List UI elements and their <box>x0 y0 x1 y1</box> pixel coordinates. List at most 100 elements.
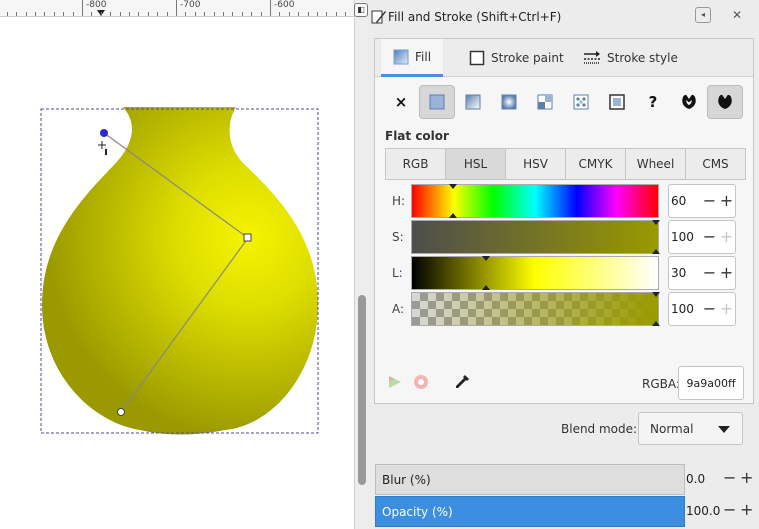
mode-wheel-button[interactable]: Wheel <box>625 148 686 180</box>
ruler-minor-tick <box>298 12 300 16</box>
eyedropper-icon[interactable] <box>453 373 471 391</box>
fill-stroke-frame: Fill Stroke paint Stroke style × ? Flat … <box>374 38 754 404</box>
tab-stroke-paint[interactable]: Stroke paint <box>457 39 576 77</box>
ruler-minor-tick <box>110 12 112 16</box>
hue-slider[interactable] <box>411 184 659 218</box>
hue-increment-button[interactable]: + <box>718 193 735 209</box>
ruler-minor-tick <box>82 12 83 16</box>
ruler-minor-tick <box>129 12 130 16</box>
blend-mode-value: Normal <box>650 421 694 436</box>
hue-decrement-button[interactable]: − <box>701 193 718 209</box>
ruler-minor-tick <box>166 12 168 16</box>
fill-stroke-brush-icon <box>371 10 386 24</box>
lightness-value[interactable]: 30 <box>669 266 701 280</box>
ruler-minor-tick <box>241 12 243 16</box>
ruler-minor-tick <box>307 12 309 16</box>
ruler-minor-tick <box>185 12 187 16</box>
alpha-slider-marker-bottom <box>652 321 660 326</box>
blur-increment-button[interactable]: + <box>740 468 753 487</box>
blur-row: Blur (%) 0.0 − + <box>375 464 759 495</box>
opacity-decrement-button[interactable]: − <box>723 500 736 519</box>
hue-value[interactable]: 60 <box>669 194 701 208</box>
tab-stroke-paint-label: Stroke paint <box>491 51 564 65</box>
fill-swatch-icon <box>393 49 409 64</box>
tab-bar: Fill Stroke paint Stroke style <box>375 39 753 77</box>
lightness-label: L: <box>392 266 403 280</box>
close-icon[interactable]: ✕ <box>729 7 745 23</box>
alpha-decrement-button[interactable]: − <box>701 301 718 317</box>
swatch-button[interactable] <box>599 85 635 119</box>
lightness-slider[interactable] <box>411 256 659 290</box>
ruler-minor-tick <box>44 12 46 16</box>
drawing-canvas[interactable] <box>0 17 354 529</box>
blur-decrement-button[interactable]: − <box>723 468 736 487</box>
vase-shape[interactable] <box>42 107 318 435</box>
ruler-label: -600 <box>274 0 295 10</box>
canvas-area[interactable]: -800 -700 -600 <box>0 0 354 529</box>
ruler-minor-tick <box>63 12 65 16</box>
lightness-increment-button[interactable]: + <box>718 265 735 281</box>
unset-paint-button[interactable]: ? <box>635 85 671 119</box>
pattern-button[interactable] <box>563 85 599 119</box>
ruler-minor-tick <box>138 12 140 16</box>
no-paint-button[interactable]: × <box>383 85 419 119</box>
mode-cms-button[interactable]: CMS <box>685 148 746 180</box>
saturation-value[interactable]: 100 <box>669 230 701 244</box>
ruler-minor-tick <box>157 12 159 16</box>
tab-fill[interactable]: Fill <box>381 39 444 77</box>
radial-gradient-button[interactable] <box>491 85 527 119</box>
alpha-value[interactable]: 100 <box>669 302 701 316</box>
mode-rgb-button[interactable]: RGB <box>385 148 446 180</box>
fill-rule-nonzero-button[interactable] <box>707 85 743 119</box>
ruler-minor-tick <box>326 12 328 16</box>
opacity-value[interactable]: 100.0 <box>686 504 720 518</box>
fill-rule-evenodd-button[interactable] <box>671 85 707 119</box>
swatch-icon <box>609 94 625 110</box>
saturation-slider[interactable] <box>411 220 660 254</box>
dock-toggle-icon[interactable]: ◧ <box>354 3 368 17</box>
panel-titlebar: Fill and Stroke (Shift+Ctrl+F) ◂ ✕ <box>368 0 759 33</box>
mesh-gradient-button[interactable] <box>527 85 563 119</box>
alpha-label: A: <box>392 302 405 316</box>
vertical-scrollbar[interactable] <box>354 0 368 529</box>
alpha-slider[interactable] <box>411 292 660 326</box>
ruler-minor-tick <box>232 12 234 16</box>
opacity-increment-button[interactable]: + <box>740 500 753 519</box>
saturation-decrement-button[interactable]: − <box>701 229 718 245</box>
ruler-minor-tick <box>6 12 8 16</box>
ruler-minor-tick <box>194 12 196 16</box>
blend-mode-select[interactable]: Normal <box>638 412 743 445</box>
ruler-minor-tick <box>72 12 74 16</box>
saturation-spinbox[interactable]: 100 − + <box>668 220 736 254</box>
fill-rule-nonzero-icon <box>718 94 732 109</box>
ruler-minor-tick <box>100 12 102 16</box>
lightness-decrement-button[interactable]: − <box>701 265 718 281</box>
alpha-spinbox[interactable]: 100 − + <box>668 292 736 326</box>
gradient-center-handle[interactable] <box>243 233 252 242</box>
gradient-focus-handle[interactable] <box>100 129 108 137</box>
mode-cmyk-button[interactable]: CMYK <box>565 148 626 180</box>
ruler-minor-tick <box>119 12 121 16</box>
blur-slider[interactable]: Blur (%) <box>375 464 685 495</box>
ruler-minor-tick <box>204 12 206 16</box>
gradient-radius-handle[interactable] <box>117 408 125 416</box>
ruler-minor-tick <box>91 12 93 16</box>
out-of-gamut-icon[interactable] <box>413 374 429 390</box>
color-managed-icon[interactable] <box>387 374 403 390</box>
flat-color-button[interactable] <box>419 85 455 119</box>
horizontal-ruler[interactable]: -800 -700 -600 <box>0 0 354 17</box>
rgba-input[interactable]: 9a9a00ff <box>678 366 744 400</box>
tab-stroke-style[interactable]: Stroke style <box>571 39 690 77</box>
scrollbar-thumb[interactable] <box>358 295 366 485</box>
opacity-label: Opacity (%) <box>382 504 453 519</box>
linear-gradient-button[interactable] <box>455 85 491 119</box>
mode-hsv-button[interactable]: HSV <box>505 148 566 180</box>
opacity-slider[interactable]: Opacity (%) <box>375 496 685 527</box>
lightness-spinbox[interactable]: 30 − + <box>668 256 736 290</box>
panel-dock-icon[interactable]: ◂ <box>695 7 711 23</box>
mode-hsl-button[interactable]: HSL <box>445 148 506 180</box>
alpha-slider-row: A: 100 − + <box>375 292 753 326</box>
blur-value[interactable]: 0.0 <box>686 472 705 486</box>
hue-spinbox[interactable]: 60 − + <box>668 184 736 218</box>
hue-slider-row: H: 60 − + <box>375 184 753 218</box>
